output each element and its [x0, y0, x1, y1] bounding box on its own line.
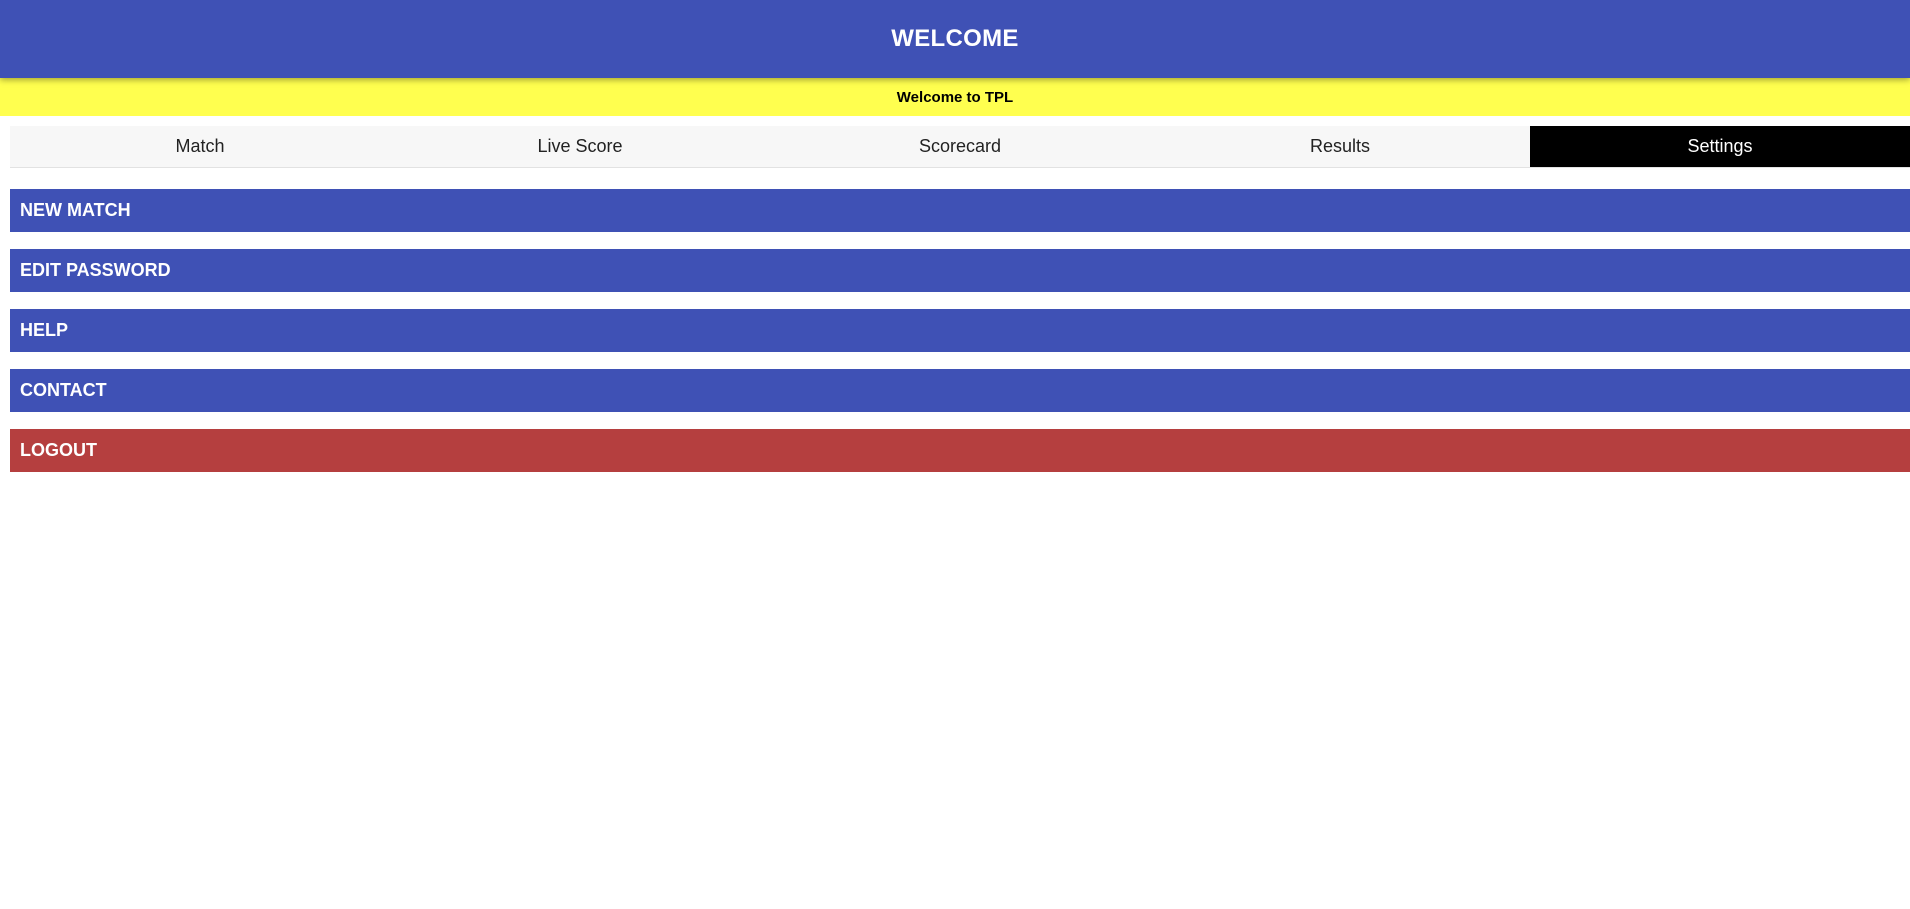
- app-header: WELCOME: [0, 0, 1910, 78]
- settings-menu: NEW MATCH EDIT PASSWORD HELP CONTACT LOG…: [10, 189, 1910, 489]
- help-button[interactable]: HELP: [10, 309, 1910, 352]
- tab-live-score[interactable]: Live Score: [390, 126, 770, 167]
- logout-button[interactable]: LOGOUT: [10, 429, 1910, 472]
- edit-password-button[interactable]: EDIT PASSWORD: [10, 249, 1910, 292]
- contact-button[interactable]: CONTACT: [10, 369, 1910, 412]
- welcome-banner-text: Welcome to TPL: [896, 88, 1014, 106]
- new-match-button[interactable]: NEW MATCH: [10, 189, 1910, 232]
- tab-scorecard[interactable]: Scorecard: [770, 126, 1150, 167]
- tab-settings[interactable]: Settings: [1530, 126, 1910, 167]
- page-title: WELCOME: [891, 25, 1019, 52]
- welcome-banner: Welcome to TPL: [0, 78, 1910, 116]
- tab-results[interactable]: Results: [1150, 126, 1530, 167]
- tab-match[interactable]: Match: [10, 126, 390, 167]
- tab-bar: Match Live Score Scorecard Results Setti…: [10, 126, 1910, 168]
